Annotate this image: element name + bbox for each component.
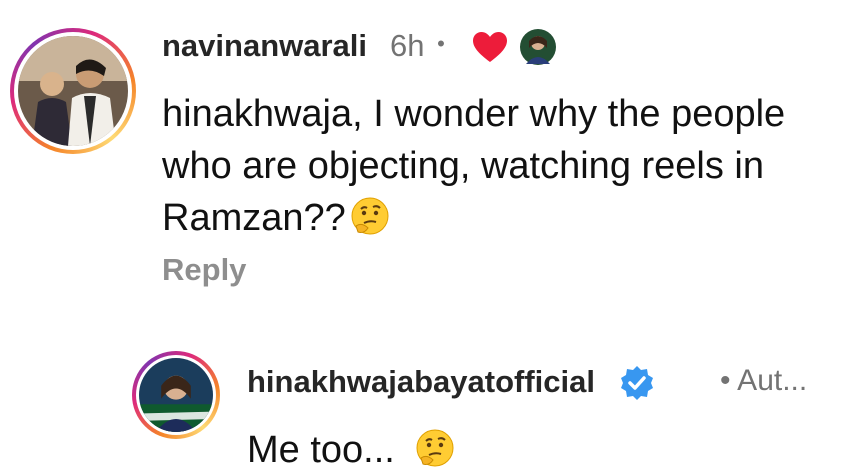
replier-username[interactable]: hinakhwajabayatofficial xyxy=(247,364,595,400)
commenter-username[interactable]: navinanwarali xyxy=(162,28,367,64)
verified-badge-icon xyxy=(621,366,653,400)
replier-avatar-photo xyxy=(139,358,213,432)
creator-heart-icon xyxy=(473,32,507,62)
comment-text: hinakhwaja, I wonder why the people who … xyxy=(162,93,786,239)
thinking-face-icon xyxy=(416,429,454,467)
comment-text-block: hinakhwaja, I wonder why the people who … xyxy=(162,88,822,244)
replier-avatar[interactable] xyxy=(132,351,220,439)
commenter-avatar[interactable] xyxy=(10,28,136,154)
author-badge: • Aut... xyxy=(720,364,808,397)
reply-text-block: Me too... xyxy=(247,424,747,476)
reply-text: Me too... xyxy=(247,429,395,471)
meta-separator: • xyxy=(437,31,445,56)
commenter-avatar-photo xyxy=(18,36,128,146)
comment-time: 6h xyxy=(390,28,425,63)
thinking-face-icon xyxy=(351,197,389,235)
reply-button[interactable]: Reply xyxy=(162,252,246,288)
creator-mini-avatar xyxy=(520,29,556,65)
comment-timestamp: 6h • xyxy=(390,28,445,64)
